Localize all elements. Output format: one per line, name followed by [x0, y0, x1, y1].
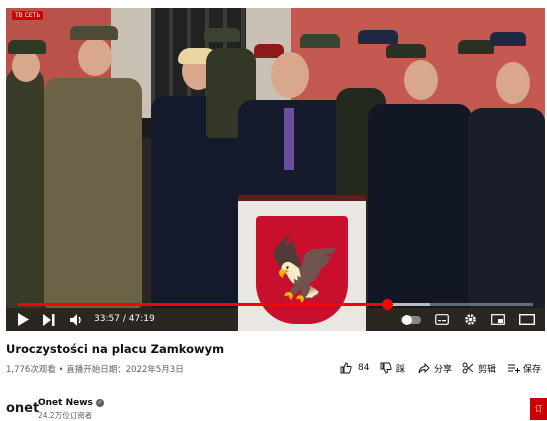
person-head: [496, 62, 530, 104]
add-to-playlist-icon: [508, 364, 520, 373]
channel-name[interactable]: Onet News: [38, 398, 93, 408]
time-separator: /: [122, 314, 126, 324]
time-total: 47:19: [128, 314, 155, 324]
settings-button[interactable]: [460, 311, 480, 328]
video-frame: 🦅 ТВ СЕТЬ: [6, 8, 545, 331]
person-head: [78, 38, 112, 76]
next-icon: [43, 313, 55, 326]
person-figure: [368, 104, 472, 308]
video-meta: 1,776次观看 • 直播开始日期：2022年5月3日: [6, 365, 184, 375]
like-button[interactable]: 84: [340, 360, 369, 376]
tie: [284, 108, 294, 170]
video-title: Uroczystości na placu Zamkowym: [6, 342, 225, 356]
dislike-button[interactable]: 踩: [380, 360, 405, 376]
autoplay-toggle-icon: [401, 314, 421, 325]
person-head: [271, 52, 309, 98]
verified-check-icon: ✓: [95, 398, 104, 407]
player-controls: 33:57 / 47:19: [6, 308, 545, 331]
channel-name-row[interactable]: Onet News ✓: [38, 398, 104, 408]
military-cap: [490, 32, 526, 46]
military-cap: [204, 28, 240, 42]
military-cap: [300, 34, 340, 48]
time-current: 33:57: [94, 314, 120, 324]
volume-icon: [70, 313, 81, 326]
progress-bar[interactable]: [18, 299, 533, 310]
person-figure: [6, 68, 44, 308]
autoplay-toggle[interactable]: [400, 311, 422, 328]
dislike-label: 踩: [396, 364, 406, 375]
theater-button[interactable]: [516, 311, 538, 328]
person-head: [404, 60, 438, 100]
video-player[interactable]: 🦅 ТВ СЕТЬ 33:57 / 47:19: [6, 8, 545, 331]
clip-button[interactable]: 剪辑: [462, 360, 496, 376]
subtitles-icon: [435, 314, 449, 325]
scissors-icon: [462, 362, 474, 374]
play-icon: [18, 313, 29, 326]
person-figure: [468, 108, 545, 308]
subtitles-button[interactable]: [432, 311, 452, 328]
military-cap: [70, 26, 118, 40]
theater-icon: [519, 314, 535, 325]
military-cap: [8, 40, 46, 54]
channel-logo[interactable]: onet: [6, 401, 39, 416]
volume-button[interactable]: [68, 311, 86, 328]
play-button[interactable]: [14, 311, 32, 328]
like-count: 84: [358, 363, 370, 373]
next-button[interactable]: [40, 311, 58, 328]
share-button[interactable]: 分享: [418, 360, 452, 376]
person-head: [12, 50, 40, 82]
military-cap: [458, 40, 494, 54]
miniplayer-icon: [491, 314, 505, 325]
white-eagle-icon: 🦅: [268, 235, 343, 305]
person-figure: [44, 78, 142, 308]
subscriber-count: 24.2万位订阅者: [38, 411, 93, 420]
clip-label: 剪辑: [478, 364, 497, 375]
thumbs-down-icon: [380, 362, 392, 374]
share-label: 分享: [434, 364, 453, 375]
share-icon: [418, 362, 430, 374]
subscribe-button[interactable]: 订: [530, 398, 547, 420]
save-button[interactable]: 保存: [508, 360, 541, 376]
military-cap: [358, 30, 398, 44]
gear-icon: [464, 314, 476, 325]
thumbs-up-icon: [340, 362, 352, 374]
save-label: 保存: [523, 364, 542, 375]
time-display: 33:57 / 47:19: [94, 314, 155, 324]
channel-watermark: ТВ СЕТЬ: [12, 11, 44, 20]
progress-fill: [18, 303, 388, 306]
miniplayer-button[interactable]: [488, 311, 508, 328]
military-cap: [386, 44, 426, 58]
